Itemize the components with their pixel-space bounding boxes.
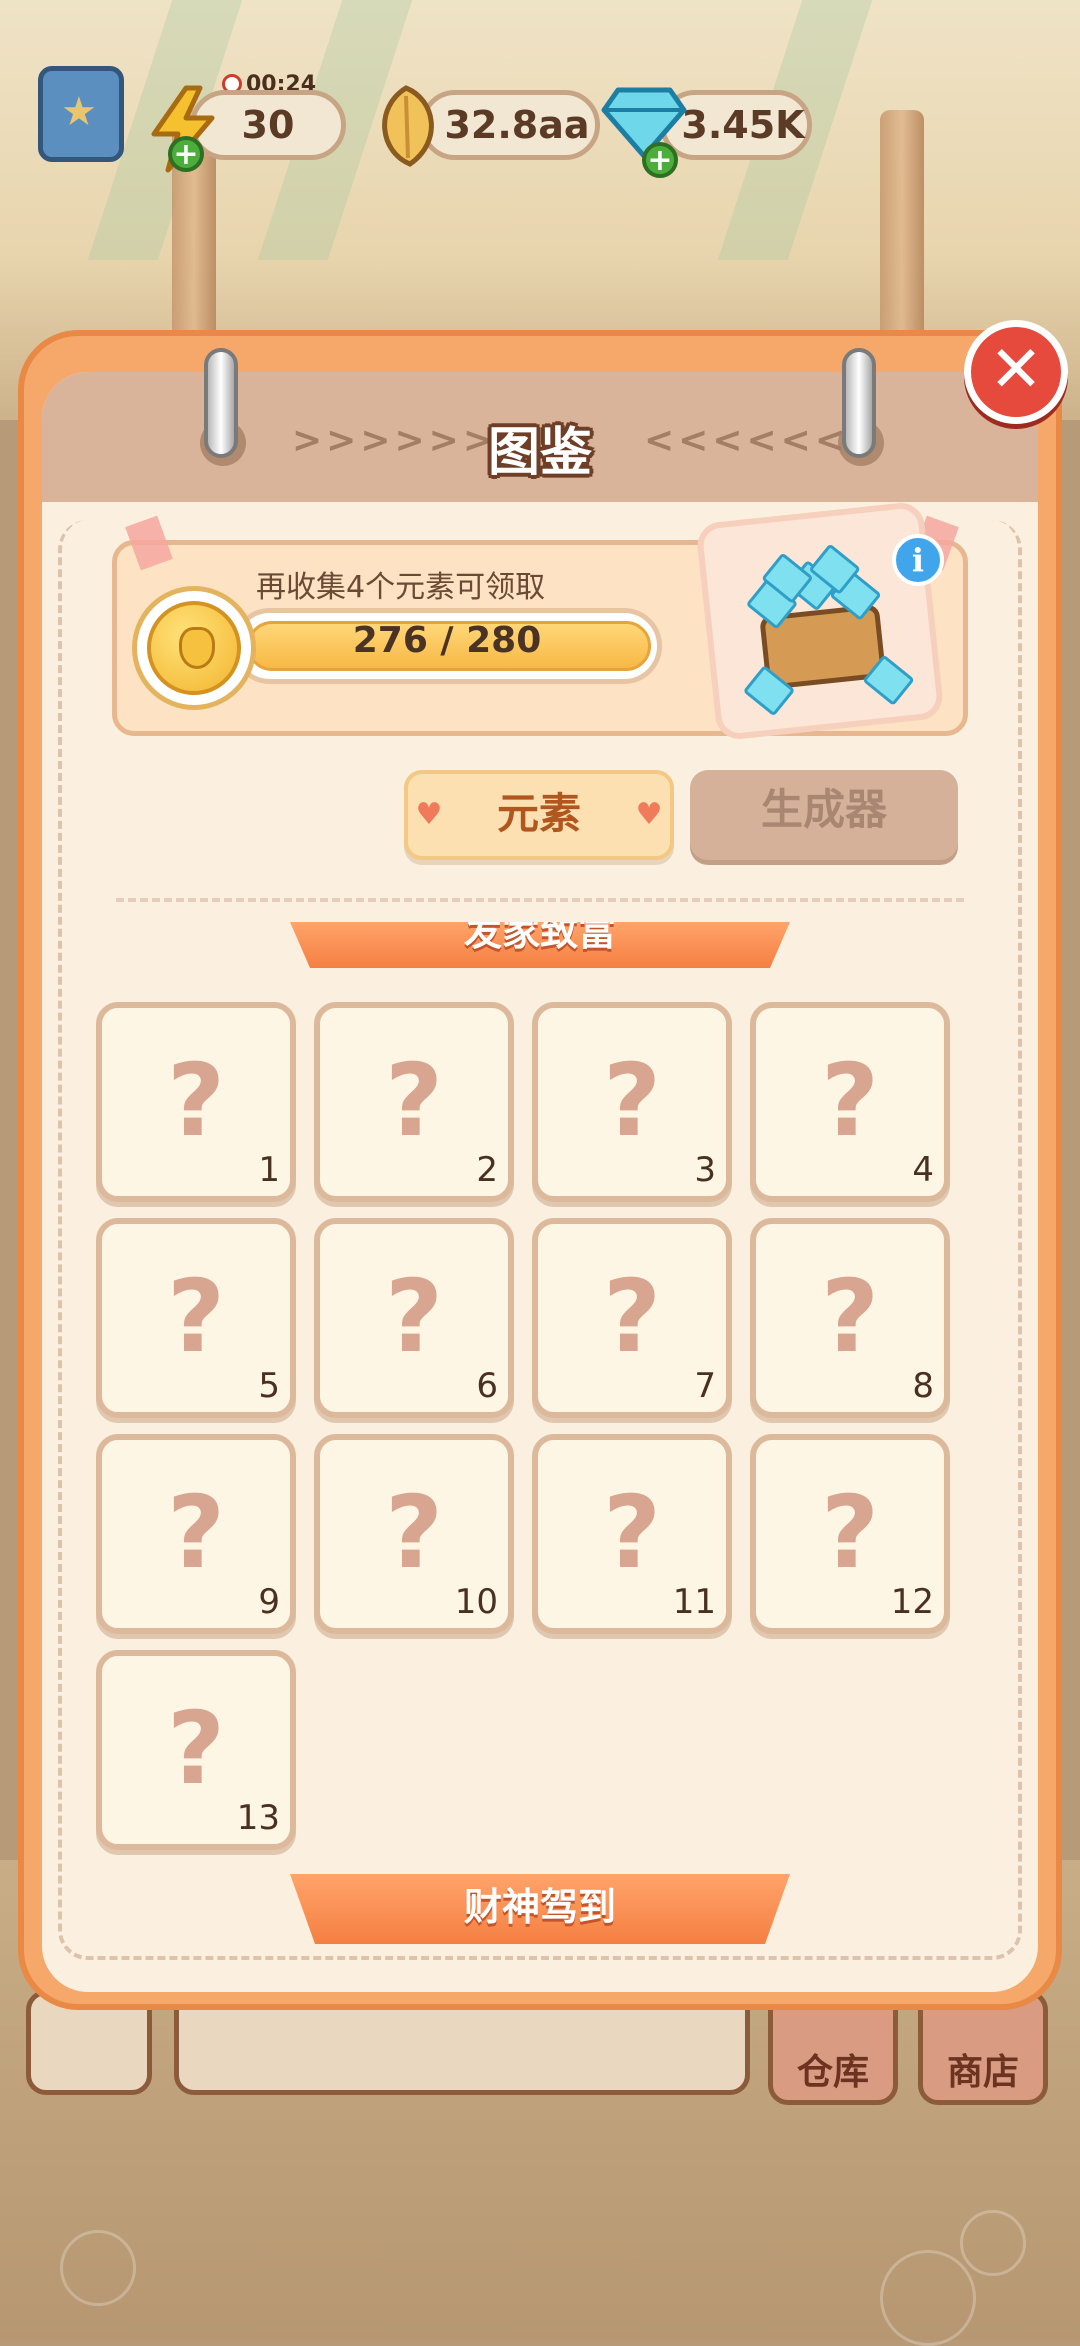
tab-elements-label: 元素 [496,789,581,838]
acorn-coin-icon [132,586,256,710]
question-mark-icon: ? [166,1042,225,1159]
tab-elements[interactable]: ♥ 元素 ♥ [404,770,674,860]
question-mark-icon: ? [384,1258,443,1375]
close-icon: ✕ [989,333,1043,407]
element-slot[interactable]: ? 13 [96,1650,296,1850]
gem-value: 3.45K [681,103,805,147]
element-slot[interactable]: ? 11 [532,1434,732,1634]
energy-plus-button[interactable]: + [168,136,204,172]
question-mark-icon: ? [820,1258,879,1375]
section-divider [116,898,964,902]
diamond-icon [601,87,687,159]
element-slot[interactable]: ? 10 [314,1434,514,1634]
seed-icon [382,85,434,167]
slot-number: 6 [476,1366,498,1406]
slot-number: 12 [890,1582,934,1622]
star-icon: ★ [61,89,97,135]
slot-number: 10 [454,1582,498,1622]
element-slot[interactable]: ? 7 [532,1218,732,1418]
binder-ring-left [204,348,238,458]
info-icon: i [911,541,925,579]
background-bubble [880,2250,976,2346]
gem-plus-button[interactable]: + [642,142,678,178]
slot-number: 2 [476,1150,498,1190]
heart-icon: ♥ [635,797,663,832]
question-mark-icon: ? [602,1258,661,1375]
question-mark-icon: ? [166,1474,225,1591]
slot-number: 8 [912,1366,934,1406]
chevrons-left: >>>>>> [292,420,497,461]
question-mark-icon: ? [820,1474,879,1591]
element-slot[interactable]: ? 4 [750,1002,950,1202]
progress-text: 276 / 280 [352,620,542,661]
collection-book-icon[interactable]: ★ [38,66,124,162]
warehouse-label: 仓库 [796,2052,869,2093]
heart-icon: ♥ [415,797,443,832]
section-ribbon-bottom: 财神驾到 [290,1874,790,1944]
close-button[interactable]: ✕ [964,320,1068,424]
question-mark-icon: ? [602,1042,661,1159]
element-slot[interactable]: ? 2 [314,1002,514,1202]
slot-number: 9 [258,1582,280,1622]
slot-number: 7 [694,1366,716,1406]
seed-counter: 32.8aa [420,90,600,160]
slot-number: 11 [672,1582,716,1622]
slot-number: 4 [912,1150,934,1190]
panel-title: 图鉴 [487,423,592,483]
tab-generators[interactable]: 生成器 [690,770,958,860]
element-slot[interactable]: ? 12 [750,1434,950,1634]
reward-hint: 再收集4个元素可领取 [256,570,546,605]
element-slot[interactable]: ? 8 [750,1218,950,1418]
slot-number: 1 [258,1150,280,1190]
slot-number: 3 [694,1150,716,1190]
tab-generators-label: 生成器 [760,785,887,834]
chevrons-right: <<<<<< [644,420,849,461]
element-slot[interactable]: ? 9 [96,1434,296,1634]
question-mark-icon: ? [384,1042,443,1159]
background-bubble [960,2210,1026,2276]
shop-label: 商店 [946,2052,1019,2093]
section-title-top: 发家致富 [463,922,616,954]
element-slot[interactable]: ? 6 [314,1218,514,1418]
question-mark-icon: ? [384,1474,443,1591]
slot-number: 13 [236,1798,280,1838]
element-slot[interactable]: ? 5 [96,1218,296,1418]
info-button[interactable]: i [892,534,944,586]
energy-value: 30 [241,103,295,147]
question-mark-icon: ? [602,1474,661,1591]
section-ribbon-top: 发家致富 [290,922,790,968]
section-title-bottom: 财神驾到 [463,1885,616,1929]
question-mark-icon: ? [166,1690,225,1807]
seed-value: 32.8aa [444,103,590,147]
question-mark-icon: ? [820,1042,879,1159]
question-mark-icon: ? [166,1258,225,1375]
background-bubble [60,2230,136,2306]
slot-number: 5 [258,1366,280,1406]
element-slot[interactable]: ? 1 [96,1002,296,1202]
background-pillar [880,110,924,360]
element-slot[interactable]: ? 3 [532,1002,732,1202]
